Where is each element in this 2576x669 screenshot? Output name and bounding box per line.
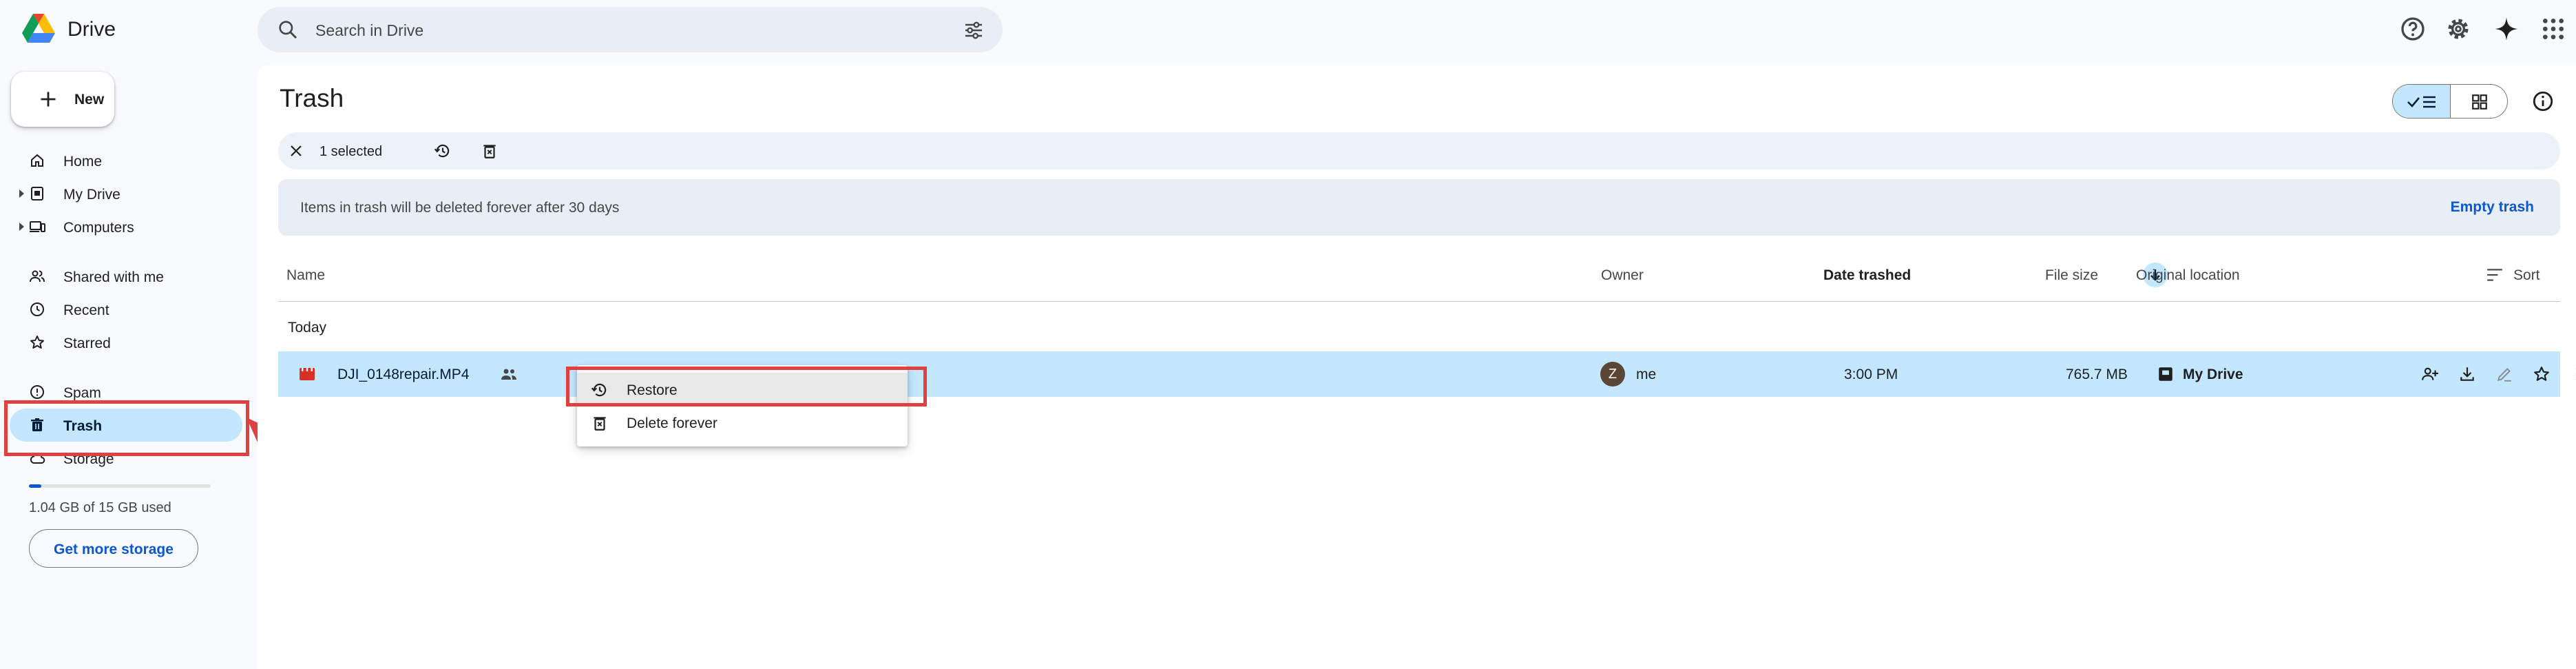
sidebar-item-label: Starred	[63, 336, 111, 351]
search-bar[interactable]: Search in Drive	[258, 7, 1003, 52]
column-header-date-trashed[interactable]: Date trashed	[1823, 267, 1911, 284]
spam-icon	[30, 385, 44, 399]
trash-info-message: Items in trash will be deleted forever a…	[300, 200, 620, 216]
sidebar-item-my-drive[interactable]: My Drive	[10, 177, 242, 210]
sidebar-item-label: Spam	[63, 385, 101, 401]
download-icon[interactable]	[2458, 365, 2476, 383]
search-filter-icon[interactable]	[963, 19, 985, 41]
clock-icon	[30, 302, 44, 316]
sidebar-item-computers[interactable]: Computers	[10, 210, 242, 243]
header-divider	[278, 301, 2560, 302]
more-options-icon[interactable]	[2568, 365, 2576, 383]
app-name[interactable]: Drive	[67, 18, 116, 41]
star-icon[interactable]	[2533, 365, 2551, 383]
apps-grid-icon[interactable]	[2540, 15, 2567, 43]
gear-icon[interactable]	[2444, 15, 2472, 43]
search-input[interactable]: Search in Drive	[315, 21, 423, 40]
annotation-highlight-trash	[4, 400, 249, 456]
video-file-icon	[300, 368, 315, 380]
sidebar-item-label: Recent	[63, 302, 109, 318]
storage-usage-text: 1.04 GB of 15 GB used	[29, 500, 171, 515]
drive-logo-icon[interactable]	[21, 11, 56, 47]
shared-people-icon	[501, 369, 516, 380]
selection-toolbar: 1 selected	[278, 132, 2560, 169]
delete-forever-icon	[594, 417, 606, 431]
annotation-highlight-restore	[566, 367, 927, 406]
view-toggle[interactable]	[2392, 84, 2508, 119]
storage-progress-fill	[29, 484, 42, 488]
check-list-icon	[2407, 96, 2436, 108]
column-header-original-location[interactable]: Original location	[2136, 267, 2240, 284]
my-drive-icon	[2159, 367, 2172, 381]
sidebar-item-home[interactable]: Home	[10, 144, 242, 177]
home-icon	[31, 154, 43, 167]
empty-trash-button[interactable]: Empty trash	[2451, 199, 2534, 216]
rename-icon	[2497, 368, 2511, 382]
selection-count: 1 selected	[320, 144, 383, 159]
sidebar-item-label: Home	[63, 154, 103, 169]
sidebar-item-label: Computers	[63, 220, 134, 236]
grid-view-button[interactable]	[2451, 85, 2507, 118]
original-location[interactable]: My Drive	[2183, 367, 2243, 383]
avatar[interactable]: Z	[1600, 362, 1625, 387]
expand-caret-icon[interactable]	[19, 189, 24, 198]
column-header-name[interactable]: Name	[286, 267, 325, 284]
delete-forever-icon[interactable]	[481, 142, 499, 160]
get-more-storage-label: Get more storage	[54, 542, 174, 557]
sidebar-item-label: My Drive	[63, 187, 121, 203]
owner-name: me	[1636, 367, 1657, 382]
top-bar: Drive Search in Drive	[0, 0, 2576, 61]
close-icon[interactable]	[288, 143, 304, 159]
my-drive-icon	[31, 187, 43, 200]
page-title: Trash	[280, 84, 344, 112]
file-size: 765.7 MB	[2066, 367, 2128, 382]
search-icon[interactable]	[277, 19, 299, 41]
add-person-icon[interactable]	[2421, 365, 2439, 383]
help-icon[interactable]	[2399, 15, 2427, 43]
sidebar-item-label: Shared with me	[63, 269, 164, 285]
sparkle-icon[interactable]	[2493, 15, 2520, 43]
new-button-label: New	[74, 92, 105, 107]
date-trashed: 3:00 PM	[1844, 367, 1898, 382]
grid-icon	[2472, 94, 2487, 110]
sidebar-item-shared-with-me[interactable]: Shared with me	[10, 260, 242, 293]
new-button[interactable]: New	[11, 72, 114, 127]
sort-button[interactable]: Sort	[2513, 267, 2540, 284]
info-icon[interactable]	[2531, 90, 2555, 113]
expand-caret-icon[interactable]	[19, 223, 24, 231]
menu-item-label: Delete forever	[627, 415, 718, 431]
restore-icon[interactable]	[434, 142, 452, 160]
trash-info-banner: Items in trash will be deleted forever a…	[278, 179, 2560, 236]
star-icon	[30, 336, 44, 349]
get-more-storage-button[interactable]: Get more storage	[29, 529, 198, 568]
computers-icon	[30, 221, 45, 232]
people-icon	[30, 270, 45, 282]
file-name[interactable]: DJI_0148repair.MP4	[337, 367, 469, 383]
group-label-today: Today	[288, 320, 327, 336]
sidebar-item-recent[interactable]: Recent	[10, 293, 242, 326]
column-header-owner[interactable]: Owner	[1601, 267, 1644, 284]
storage-progress-bar	[29, 484, 211, 488]
sort-icon[interactable]	[2486, 267, 2504, 282]
menu-item-delete-forever[interactable]: Delete forever	[577, 406, 908, 439]
list-view-button[interactable]	[2393, 85, 2451, 118]
column-header-file-size[interactable]: File size	[2045, 267, 2098, 284]
sidebar-item-starred[interactable]: Starred	[10, 326, 242, 359]
plus-icon	[41, 92, 56, 107]
